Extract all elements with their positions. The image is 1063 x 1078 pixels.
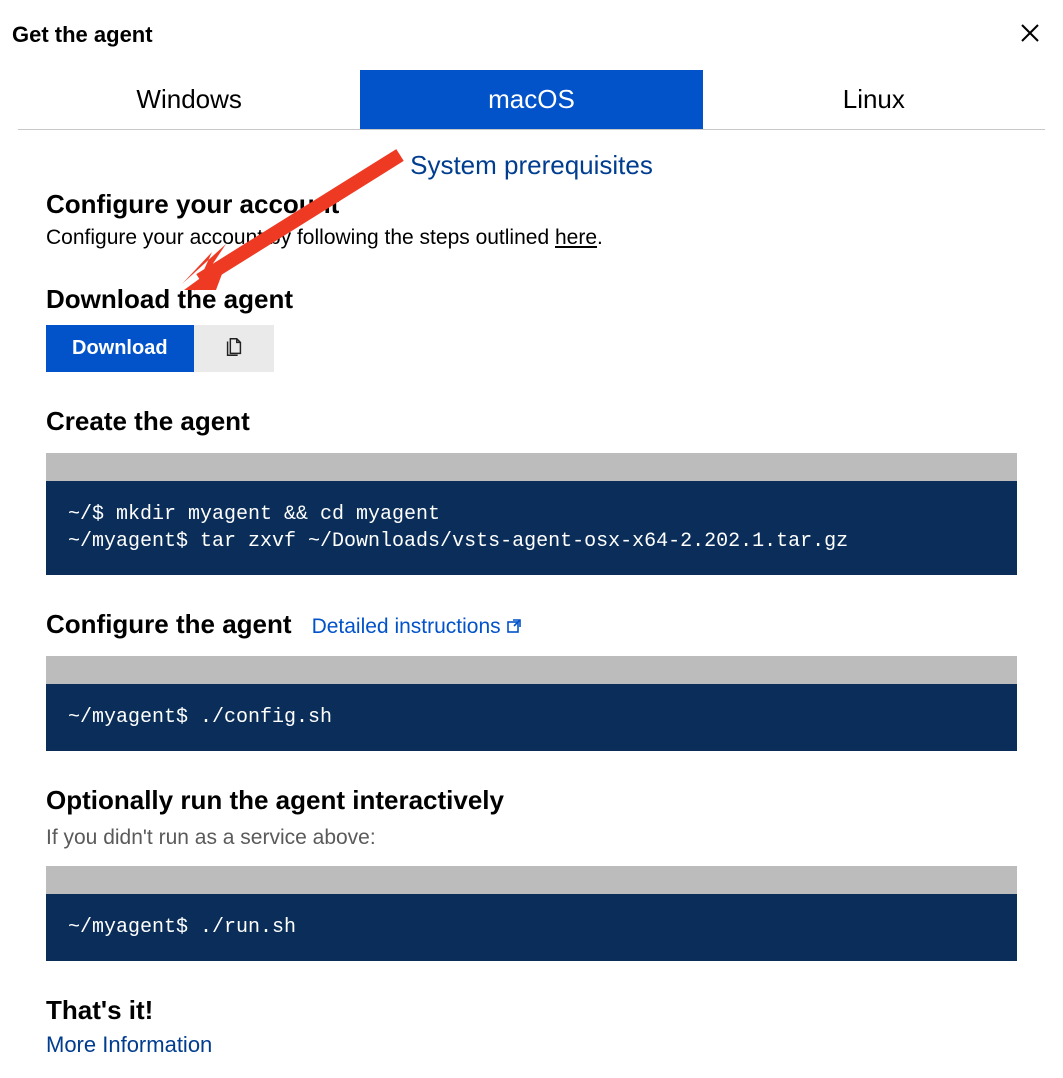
run-agent-code: ~/myagent$ ./run.sh (46, 894, 1017, 961)
thats-it-heading: That's it! (46, 995, 1017, 1026)
close-icon (1019, 20, 1041, 50)
configure-account-prefix: Configure your account by following the … (46, 226, 555, 249)
configure-account-text: Configure your account by following the … (46, 226, 1017, 250)
create-agent-code-block: ~/$ mkdir myagent && cd myagent ~/myagen… (46, 453, 1017, 575)
configure-account-heading: Configure your account (46, 189, 1017, 220)
run-agent-heading: Optionally run the agent interactively (46, 785, 1017, 816)
configure-agent-heading: Configure the agent (46, 609, 292, 640)
configure-agent-code: ~/myagent$ ./config.sh (46, 684, 1017, 751)
download-button[interactable]: Download (46, 325, 194, 372)
create-agent-code: ~/$ mkdir myagent && cd myagent ~/myagen… (46, 481, 1017, 575)
run-agent-subtext: If you didn't run as a service above: (46, 826, 1017, 850)
system-prerequisites-link[interactable]: System prerequisites (46, 150, 1017, 181)
configure-account-here-link[interactable]: here (555, 226, 597, 249)
code-header-bar (46, 656, 1017, 684)
copy-download-link-button[interactable] (194, 325, 274, 372)
run-agent-code-block: ~/myagent$ ./run.sh (46, 866, 1017, 961)
tab-windows[interactable]: Windows (18, 70, 360, 129)
tab-macos[interactable]: macOS (360, 70, 702, 129)
os-tabs: Windows macOS Linux (18, 70, 1045, 130)
external-link-icon (507, 615, 521, 639)
close-button[interactable] (1015, 18, 1045, 52)
detailed-instructions-link[interactable]: Detailed instructions (312, 615, 521, 639)
more-information-link[interactable]: More Information (46, 1032, 1017, 1058)
configure-account-suffix: . (597, 226, 603, 249)
copy-icon (223, 336, 245, 361)
create-agent-heading: Create the agent (46, 406, 1017, 437)
code-header-bar (46, 453, 1017, 481)
detailed-instructions-label: Detailed instructions (312, 615, 501, 639)
download-agent-heading: Download the agent (46, 284, 1017, 315)
configure-agent-code-block: ~/myagent$ ./config.sh (46, 656, 1017, 751)
page-title: Get the agent (12, 22, 153, 48)
tab-linux[interactable]: Linux (703, 70, 1045, 129)
code-header-bar (46, 866, 1017, 894)
